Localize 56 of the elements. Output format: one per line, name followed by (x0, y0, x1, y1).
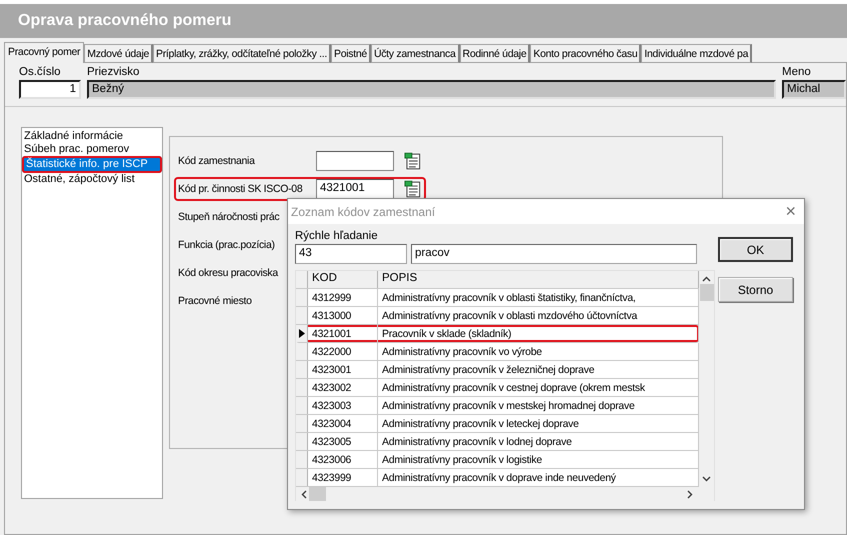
tab[interactable]: Účty zamestnanca (370, 44, 460, 63)
table-cell: 4323006 (308, 451, 378, 468)
search-label: Rýchle hľadanie (295, 230, 379, 242)
row-header[interactable] (296, 325, 308, 342)
scroll-down-icon[interactable] (702, 474, 711, 483)
field-label: Kód pr. činnosti SK ISCO-08 (178, 183, 304, 195)
table-cell: 4323999 (308, 469, 378, 486)
tab[interactable]: Konto pracovného času (530, 44, 642, 63)
field-label: Priezvisko (87, 66, 140, 78)
text-search-field[interactable]: pracov (411, 244, 697, 264)
column-header[interactable]: KOD (308, 271, 378, 288)
text-field[interactable]: 4321001 (316, 179, 394, 199)
text-field[interactable] (316, 151, 394, 171)
table-cell: 4323001 (308, 361, 378, 378)
dialog-button[interactable]: Storno (718, 277, 793, 302)
field-label: Pracovné miesto (178, 295, 252, 307)
field-label: Stupeň náročnosti prác (178, 211, 280, 223)
notepad-icon[interactable] (404, 152, 422, 170)
list-item[interactable]: Štatistické info. pre ISCP (22, 156, 162, 173)
code-search-field[interactable]: 43 (295, 244, 407, 264)
scroll-left-icon[interactable] (300, 490, 309, 498)
dialog-title: Zoznam kódov zamestnaní (291, 204, 436, 218)
notepad-icon[interactable] (404, 180, 422, 198)
list-item[interactable]: Základné informácie (22, 130, 162, 143)
tab[interactable]: Príplatky, zrážky, odčítateľné položky ... (153, 44, 332, 63)
table-cell: 4323003 (308, 397, 378, 414)
scrollbar-thumb[interactable] (700, 284, 714, 301)
table-cell: 4321001 (308, 325, 378, 342)
list-item[interactable]: Ostatné, zápočtový list (22, 173, 162, 186)
table-cell: 4323004 (308, 415, 378, 432)
tab[interactable]: Poistné (331, 44, 371, 63)
tab[interactable]: Mzdové údaje (84, 44, 154, 63)
close-button[interactable]: × (785, 201, 796, 222)
table-cell: 4312999 (308, 289, 378, 306)
column-header[interactable]: POPIS (378, 271, 699, 288)
field-label: Kód okresu pracoviska (178, 267, 278, 279)
scroll-right-icon[interactable] (685, 490, 694, 498)
dialog-button[interactable]: OK (718, 237, 793, 262)
field-label: Funkcia (prac.pozícia) (178, 239, 275, 251)
tab[interactable]: Pracovný pomer (4, 42, 84, 63)
field-label: Os.číslo (19, 66, 62, 78)
horizontal-scrollbar[interactable] (296, 487, 714, 501)
list-item[interactable]: Súbeh prac. pomerov (22, 143, 162, 156)
field-label: Kód zamestnania (178, 155, 256, 167)
field-label: Meno (782, 66, 812, 78)
scroll-up-icon[interactable] (702, 275, 711, 284)
row-pointer-icon (298, 329, 304, 338)
window-title: Oprava pracovného pomeru (18, 12, 232, 30)
tab[interactable]: Individuálne mzdové pa (641, 44, 752, 63)
table-cell: 4323002 (308, 379, 378, 396)
text-field[interactable]: 1 (19, 80, 81, 99)
scrollbar-thumb[interactable] (309, 487, 326, 501)
tab[interactable]: Rodinné údaje (460, 44, 530, 63)
table-cell: 4322000 (308, 343, 378, 360)
table-cell: 4323005 (308, 433, 378, 450)
table-cell: 4313000 (308, 307, 378, 324)
